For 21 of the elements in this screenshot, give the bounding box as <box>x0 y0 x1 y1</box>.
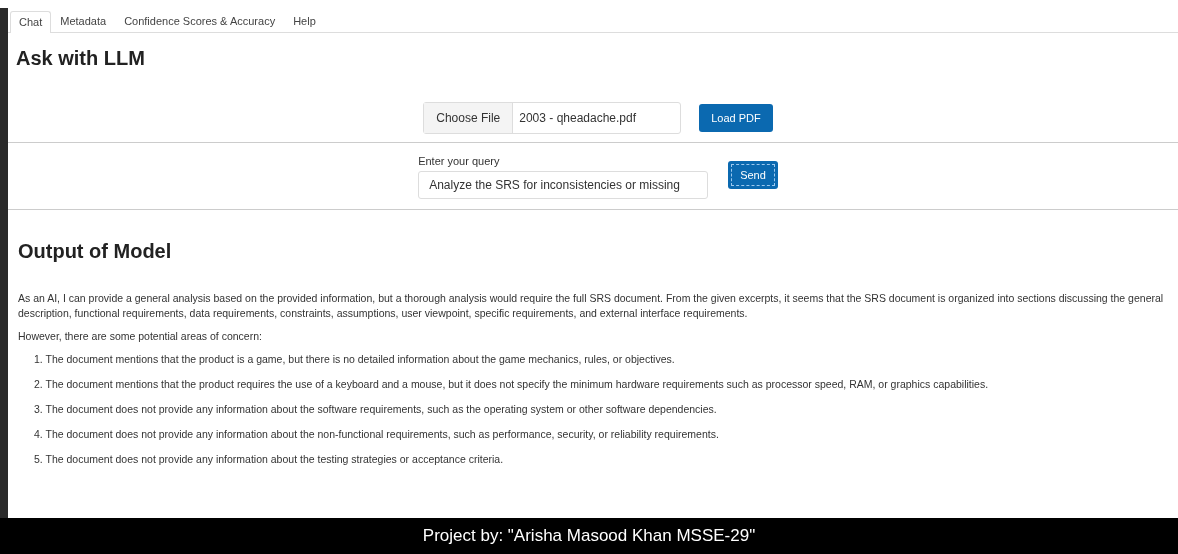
file-picker[interactable]: Choose File 2003 - qheadache.pdf <box>423 102 682 134</box>
query-label: Enter your query <box>418 155 501 167</box>
tab[interactable]: Chat <box>10 11 52 33</box>
output-paragraph: However, there are some potential areas of concern: <box>18 329 263 344</box>
output-paragraph: As an AI, I can provide a general analysis based on the provided information, but a thorough analysis would require the full SRS document. From the given excerpts, it seems that the SRS document is organized into sections discussing the general description, functional requirements, data requirements, constraints, assumptions, user viewpoint, specific requirements, and external interface requirements. <box>18 291 1165 321</box>
send-button[interactable]: Send <box>728 161 778 189</box>
footer-credit: Project by: "Arisha Masood Khan MSSE-29" <box>422 526 756 546</box>
page-title: Ask with LLM <box>16 47 146 70</box>
file-name: 2003 - qheadache.pdf <box>518 111 637 125</box>
load-pdf-button[interactable]: Load PDF <box>699 104 773 132</box>
choose-file-button[interactable]: Choose File <box>424 103 514 133</box>
list-item: 1. The document mentions that the product is a game, but there is no detailed information about the game mechanics, rules, or objectives. <box>34 352 676 367</box>
query-field[interactable]: Analyze the SRS for inconsistencies or missing <box>418 171 709 199</box>
output-heading: Output of Model <box>18 240 173 263</box>
list-item: 4. The document does not provide any information about the non-functional requirements, such as performance, security, or reliability requirements. <box>34 427 720 442</box>
list-item: 2. The document mentions that the product requires the use of a keyboard and a mouse, but it does not specify the minimum hardware requirements such as processor speed, RAM, or graphics capabilities. <box>34 377 990 392</box>
tab[interactable]: Help <box>284 10 325 32</box>
list-item: 5. The document does not provide any information about the testing strategies or acceptance criteria. <box>34 452 505 467</box>
tab[interactable]: Metadata <box>51 10 116 32</box>
tab[interactable]: Confidence Scores & Accuracy <box>115 10 285 32</box>
list-item: 3. The document does not provide any information about the software requirements, such as the operating system or other software dependencies. <box>34 402 718 417</box>
